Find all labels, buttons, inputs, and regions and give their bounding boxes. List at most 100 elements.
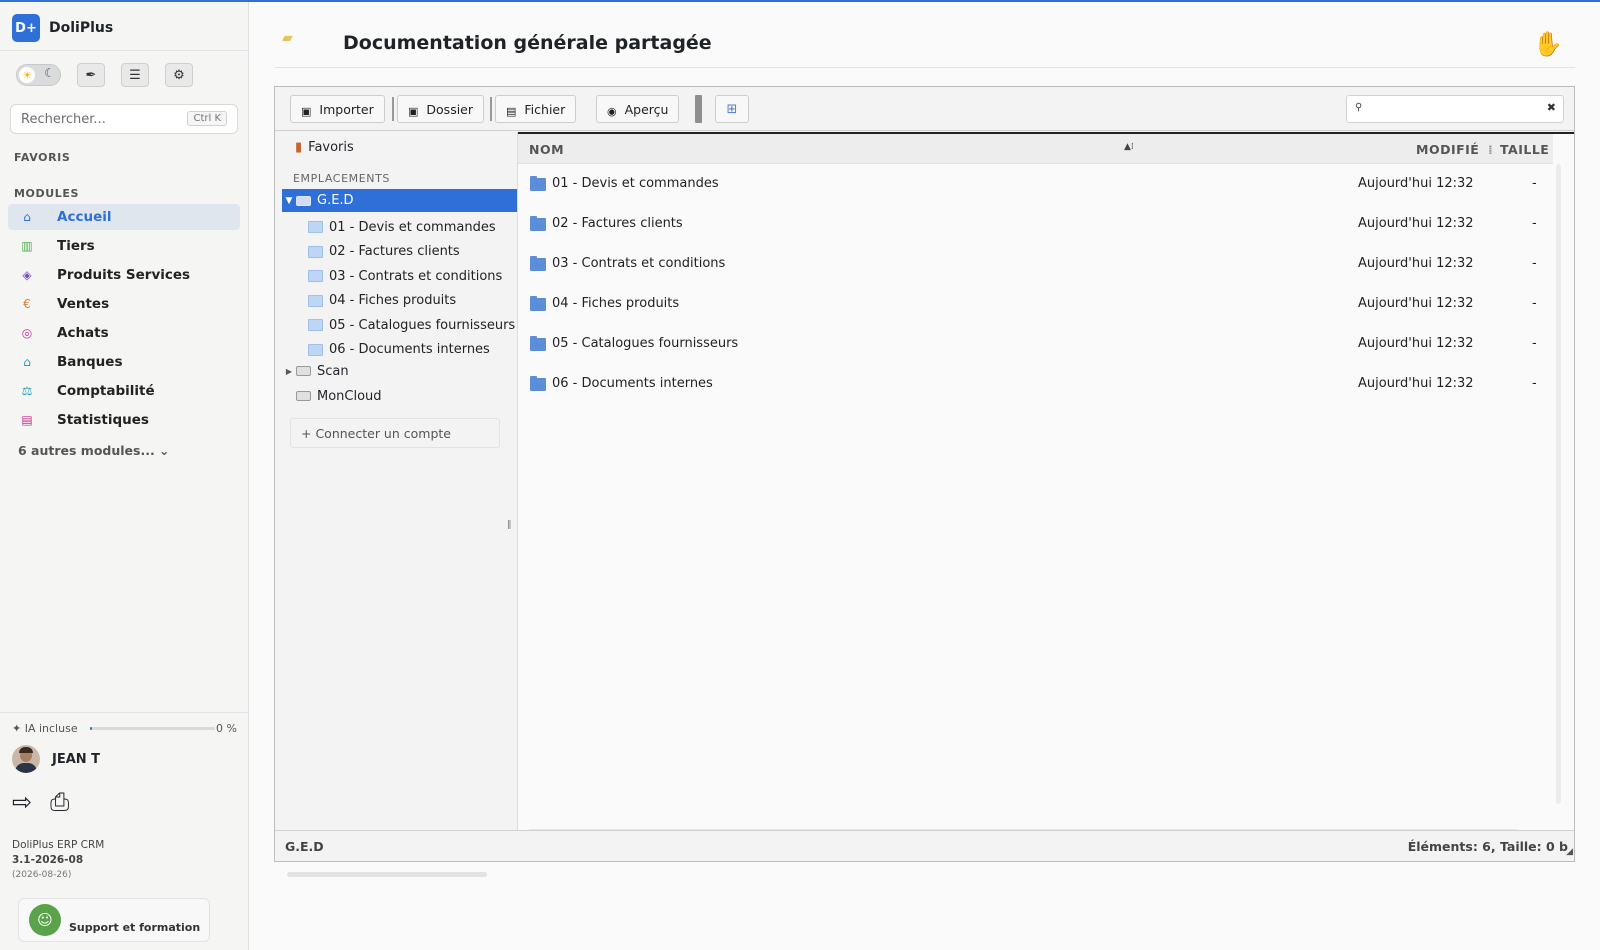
coins-icon: ◎	[21, 326, 33, 340]
pen-button[interactable]: ✒	[77, 63, 105, 87]
chart-icon: ▤	[21, 413, 33, 427]
locations-title: EMPLACEMENTS	[293, 172, 390, 185]
product-name: DoliPlus ERP CRM	[12, 839, 105, 851]
sidebar-item-ventes[interactable]: € Ventes	[8, 291, 240, 317]
tree-folder-label: 01 - Devis et commandes	[329, 219, 496, 235]
logout-icon[interactable]: ⇨	[12, 788, 32, 816]
theme-toggle[interactable]: ☀ ☾	[16, 64, 61, 86]
import-button[interactable]: ▣ Importer	[290, 95, 385, 123]
tree-folder-item[interactable]: 06 - Documents internes	[308, 339, 490, 361]
sidebar-item-banques[interactable]: ⌂ Banques	[8, 349, 240, 375]
status-path: G.E.D	[285, 839, 324, 854]
tree-item-label: MonCloud	[317, 388, 382, 404]
folder-icon	[530, 336, 546, 351]
ia-progress-bar	[89, 727, 215, 730]
app-name: DoliPlus	[49, 20, 114, 36]
table-row[interactable]: 04 - Fiches produits Aujourd'hui 12:32 -	[518, 285, 1553, 325]
tree-scrollbar[interactable]	[287, 872, 487, 877]
file-search[interactable]: ⚲ ✖	[1346, 95, 1564, 123]
folder-tree: ▮ Favoris EMPLACEMENTS ▼ G.E.D 01 - Devi…	[275, 132, 517, 877]
column-resize-handle[interactable]: ⁞	[1488, 142, 1493, 157]
tree-item-label: Scan	[317, 363, 349, 379]
table-row[interactable]: 05 - Catalogues fournisseurs Aujourd'hui …	[518, 325, 1553, 365]
toolbar-grip[interactable]	[695, 95, 702, 123]
collapse-arrow-icon[interactable]: ▶	[282, 367, 296, 376]
sidebar-search[interactable]: Ctrl K	[10, 104, 238, 134]
module-nav: ⌂ Accueil ▥ Tiers ◈ Produits Services € Ventes ◎…	[8, 204, 240, 436]
sidebar-item-produits-services[interactable]: ◈ Produits Services	[8, 262, 240, 288]
ia-label: ✦ IA incluse	[12, 722, 78, 735]
divider	[275, 67, 1575, 68]
tree-favorites[interactable]: ▮ Favoris	[295, 140, 354, 155]
list-button[interactable]: ☰	[121, 63, 149, 87]
row-modified: Aujourd'hui 12:32	[1358, 256, 1474, 271]
sidebar-item-tiers[interactable]: ▥ Tiers	[8, 233, 240, 259]
column-name[interactable]: NOM	[529, 142, 564, 157]
app-logo: D+	[12, 14, 40, 42]
table-row[interactable]: 01 - Devis et commandes Aujourd'hui 12:32…	[518, 165, 1553, 205]
row-modified: Aujourd'hui 12:32	[1358, 376, 1474, 391]
building-icon: ▥	[21, 239, 33, 253]
list-header: NOM ▲⁞ MODIFIÉ ⁞ TAILLE	[518, 134, 1553, 164]
tree-item-scan[interactable]: ▶ Scan	[282, 360, 349, 382]
new-folder-label: Dossier	[426, 101, 474, 117]
home-icon: ⌂	[23, 210, 31, 224]
sidebar-item-comptabilit-[interactable]: ⚖ Comptabilité	[8, 378, 240, 404]
tree-folder-item[interactable]: 03 - Contrats et conditions	[308, 265, 502, 287]
row-modified: Aujourd'hui 12:32	[1358, 336, 1474, 351]
sidebar-item-label: Accueil	[57, 209, 112, 225]
file-search-input[interactable]	[1369, 101, 1539, 115]
eye-icon: ◉	[607, 104, 617, 118]
table-row[interactable]: 02 - Factures clients Aujourd'hui 12:32 -	[518, 205, 1553, 245]
support-button[interactable]: ☺ Support et formation	[18, 898, 210, 942]
table-row[interactable]: 03 - Contrats et conditions Aujourd'hui 1…	[518, 245, 1553, 285]
brand[interactable]: D+ DoliPlus	[12, 14, 113, 42]
sidebar-item-label: Banques	[57, 354, 123, 370]
resize-corner-icon[interactable]: ◢	[1566, 847, 1573, 857]
tree-folder-item[interactable]: 01 - Devis et commandes	[308, 216, 496, 238]
user-profile[interactable]: JEAN T	[12, 745, 100, 773]
sidebar-item-achats[interactable]: ◎ Achats	[8, 320, 240, 346]
tree-item-moncloud[interactable]: MonCloud	[282, 385, 382, 407]
list-icon: ☰	[129, 67, 141, 83]
handshake-icon[interactable]: ✋	[1533, 30, 1563, 58]
tree-folder-item[interactable]: 05 - Catalogues fournisseurs	[308, 314, 515, 336]
sort-asc-icon[interactable]: ▲⁞	[1124, 142, 1134, 152]
connect-account-button[interactable]: + Connecter un compte	[290, 418, 500, 448]
settings-button[interactable]: ⚙	[165, 63, 193, 87]
more-modules-toggle[interactable]: 6 autres modules... ⌄	[18, 443, 170, 458]
new-folder-icon: ▣	[408, 104, 419, 118]
view-mode-button[interactable]: ⊞	[715, 95, 749, 123]
sidebar-item-accueil[interactable]: ⌂ Accueil	[8, 204, 240, 230]
support-label: Support et formation	[69, 920, 201, 934]
print-icon[interactable]: ⎙	[50, 788, 69, 816]
tree-folder-label: 05 - Catalogues fournisseurs	[329, 317, 516, 333]
new-file-button[interactable]: ▤ Fichier	[495, 95, 577, 123]
expand-arrow-icon[interactable]: ▼	[282, 196, 296, 206]
preview-button[interactable]: ◉ Aperçu	[596, 95, 680, 123]
drive-icon	[296, 391, 311, 401]
tree-folder-item[interactable]: 04 - Fiches produits	[308, 290, 456, 312]
tree-folder-item[interactable]: 02 - Factures clients	[308, 241, 460, 263]
folder-icon	[308, 221, 323, 233]
column-modified[interactable]: MODIFIÉ	[1416, 142, 1479, 157]
grid-icon: ⊞	[726, 101, 738, 117]
new-file-icon: ▤	[506, 104, 517, 118]
new-folder-button[interactable]: ▣ Dossier	[397, 95, 485, 123]
list-vertical-scrollbar[interactable]	[1556, 164, 1561, 804]
search-input[interactable]	[21, 111, 181, 127]
row-size: -	[1532, 376, 1537, 391]
import-icon: ▣	[301, 104, 312, 118]
table-row[interactable]: 06 - Documents internes Aujourd'hui 12:32…	[518, 365, 1553, 405]
tree-folder-label: 02 - Factures clients	[329, 244, 460, 259]
euro-icon: €	[23, 297, 31, 311]
cubes-icon: ◈	[22, 268, 32, 282]
resize-handle[interactable]: ‖	[507, 520, 512, 530]
row-modified: Aujourd'hui 12:32	[1358, 216, 1474, 231]
tree-root-ged[interactable]: ▼ G.E.D	[282, 189, 517, 212]
search-icon: ⚲	[1355, 102, 1363, 113]
clear-icon[interactable]: ✖	[1547, 101, 1556, 114]
ia-usage: ✦ IA incluse 0 %	[12, 722, 237, 735]
column-size[interactable]: TAILLE	[1500, 142, 1549, 157]
sidebar-item-statistiques[interactable]: ▤ Statistiques	[8, 407, 240, 433]
